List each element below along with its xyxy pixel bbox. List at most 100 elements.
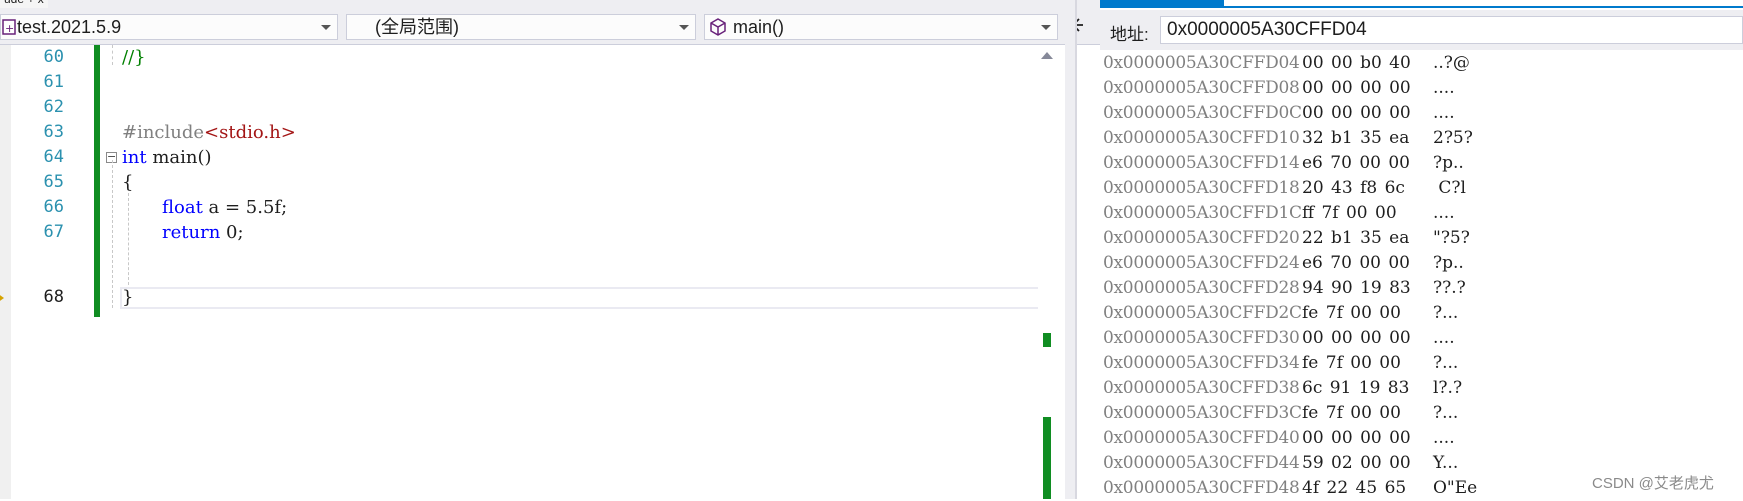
memory-addr: 0x0000005A30CFFD38 [1103,378,1300,398]
memory-bytes: 6c 91 19 83 [1302,378,1410,398]
memory-addr: 0x0000005A30CFFD30 [1103,328,1300,348]
memory-addr: 0x0000005A30CFFD10 [1103,128,1300,148]
memory-addr: 0x0000005A30CFFD48 [1103,478,1300,498]
line-number: 60 [43,47,64,67]
memory-bytes: 00 00 b0 40 [1302,53,1411,73]
code-line: 67 return 0; [0,220,1056,245]
memory-row[interactable]: 0x0000005A30CFFD14 e6 70 00 00 ?p.. [1100,151,1743,176]
code-text: } [122,287,134,308]
memory-ascii: "?5? [1433,228,1470,248]
memory-addr: 0x0000005A30CFFD44 [1103,453,1300,473]
member-combo[interactable]: main() [704,14,1058,40]
memory-addr: 0x0000005A30CFFD28 [1103,278,1300,298]
scroll-up-arrow-icon[interactable] [1041,52,1053,59]
code-fragment: a = 5.5f; [202,197,288,218]
document-tab[interactable]: ude + x [0,0,48,8]
chevron-down-icon [679,25,689,30]
memory-addr: 0x0000005A30CFFD20 [1103,228,1300,248]
memory-addr: 0x0000005A30CFFD0C [1103,103,1302,123]
memory-bytes: fe 7f 00 00 [1302,403,1401,423]
code-fragment: 0; [220,222,244,243]
memory-ascii: Y... [1433,453,1459,473]
memory-row[interactable]: 0x0000005A30CFFD30 00 00 00 00.... [1100,326,1743,351]
memory-row[interactable]: 0x0000005A30CFFD3C fe 7f 00 00?... [1100,401,1743,426]
line-number: 62 [43,97,64,117]
vertical-scrollbar[interactable] [1038,45,1056,499]
memory-row[interactable]: 0x0000005A30CFFD28 94 90 19 83??.? [1100,276,1743,301]
memory-row[interactable]: 0x0000005A30CFFD1C ff 7f 00 00.... [1100,201,1743,226]
line-number: 68 [43,287,64,307]
memory-row[interactable]: 0x0000005A30CFFD34 fe 7f 00 00?... [1100,351,1743,376]
code-text: { [122,172,134,193]
project-combo-label: test.2021.5.9 [17,17,122,37]
document-tab-strip: ude + x [0,0,1100,10]
memory-row[interactable]: 0x0000005A30CFFD40 00 00 00 00.... [1100,426,1743,451]
code-text: #include<stdio.h> [122,120,296,145]
memory-addr: 0x0000005A30CFFD2C [1103,303,1302,323]
indent-guide [112,45,113,65]
memory-window-title-tab[interactable] [1100,0,1224,8]
cube-function-icon [709,18,727,39]
memory-ascii: l?.? [1433,378,1463,398]
line-number: 67 [43,222,64,242]
memory-addr: 0x0000005A30CFFD1C [1103,203,1302,223]
svg-text:+: + [5,22,14,35]
memory-bytes: 00 00 00 00 [1302,103,1411,123]
memory-row[interactable]: 0x0000005A30CFFD08 00 00 00 00.... [1100,76,1743,101]
memory-row[interactable]: 0x0000005A30CFFD24 e6 70 00 00 ?p.. [1100,251,1743,276]
preprocessor-directive: #include [122,122,205,143]
include-header: <stdio.h> [204,122,296,143]
memory-bytes: 4f 22 45 65 [1302,478,1407,498]
line-number: 64 [43,147,64,167]
code-line: 65 { [0,170,1056,195]
navigation-bar: + test.2021.5.9 (全局范围) main() [0,10,1100,45]
memory-ascii: .... [1433,328,1455,348]
memory-row[interactable]: 0x0000005A30CFFD10 32 b1 35 ea 2?5? [1100,126,1743,151]
chevron-down-icon [321,25,331,30]
memory-ascii: ?... [1433,403,1459,423]
memory-row[interactable]: 0x0000005A30CFFD18 20 43 f8 6c C?l [1100,176,1743,201]
memory-row[interactable]: 0x0000005A30CFFD38 6c 91 19 83 l?.? [1100,376,1743,401]
memory-bytes: 00 00 00 00 [1302,78,1411,98]
address-input[interactable]: 0x0000005A30CFFD04 [1160,16,1743,44]
memory-bytes: 00 00 00 00 [1302,428,1411,448]
code-text: return 0; [162,220,244,245]
memory-addr: 0x0000005A30CFFD40 [1103,428,1300,448]
memory-addr: 0x0000005A30CFFD34 [1103,353,1300,373]
code-line: 62 [0,95,1056,120]
memory-bytes: e6 70 00 00 [1302,153,1410,173]
keyword: float [162,197,203,218]
memory-addr: 0x0000005A30CFFD14 [1103,153,1300,173]
code-fragment: main() [146,147,212,168]
memory-row[interactable]: 0x0000005A30CFFD2C fe 7f 00 00?... [1100,301,1743,326]
memory-bytes: ff 7f 00 00 [1302,203,1397,223]
memory-ascii: ..?@ [1433,53,1470,73]
memory-window: 地址: 0x0000005A30CFFD04 0x0000005A30CFFD0… [1100,0,1743,499]
code-line: 61 [0,70,1056,95]
memory-row[interactable]: 0x0000005A30CFFD0C 00 00 00 00.... [1100,101,1743,126]
indent-guide [128,193,129,285]
keyword: return [162,222,221,243]
code-editor[interactable]: 60 //} 61 62 63 #include<stdio.h> 64 − i… [0,45,1056,499]
memory-row[interactable]: 0x0000005A30CFFD04 00 00 b0 40 ..?@ [1100,51,1743,76]
memory-addr: 0x0000005A30CFFD24 [1103,253,1300,273]
memory-addr: 0x0000005A30CFFD04 [1103,53,1300,73]
line-number: 61 [43,72,64,92]
memory-row[interactable]: 0x0000005A30CFFD20 22 b1 35 ea "?5? [1100,226,1743,251]
next-statement-arrow-icon[interactable] [0,293,4,303]
code-line: 63 #include<stdio.h> [0,120,1056,145]
code-text: int main() [122,145,212,170]
scope-combo[interactable]: (全局范围) [346,14,696,40]
memory-ascii: O"Ee [1433,478,1478,498]
memory-bytes: 94 90 19 83 [1302,278,1411,298]
memory-ascii: ??.? [1433,278,1466,298]
memory-ascii: 2?5? [1433,128,1473,148]
pane-splitter[interactable] [1065,0,1075,499]
scroll-change-marker [1043,417,1051,499]
memory-bytes: 20 43 f8 6c [1302,178,1405,198]
cpp-project-icon: + [2,18,16,39]
project-combo[interactable]: + test.2021.5.9 [0,14,338,40]
memory-addr: 0x0000005A30CFFD08 [1103,78,1300,98]
chevron-down-icon [1041,25,1051,30]
memory-addr: 0x0000005A30CFFD18 [1103,178,1300,198]
